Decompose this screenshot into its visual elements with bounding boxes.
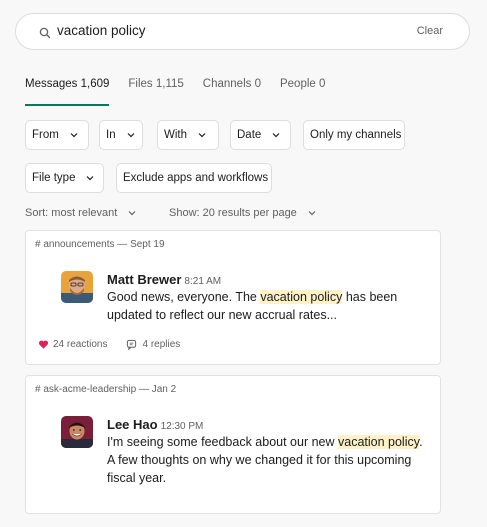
date-filter-label: Date: [237, 129, 262, 141]
page-size-label: Show: 20 results per page: [169, 207, 297, 219]
chevron-down-icon: [85, 173, 95, 183]
chevron-down-icon: [126, 130, 136, 140]
heart-icon: [38, 339, 49, 350]
tab-people[interactable]: People 0: [280, 78, 325, 106]
reaction-row: 24 reactions 4 replies: [38, 339, 180, 351]
in-filter-label: In: [106, 129, 116, 141]
message-text-before: Good news, everyone. The: [107, 290, 261, 304]
sort-label: Sort: most relevant: [25, 207, 118, 219]
avatar[interactable]: [61, 271, 93, 303]
channel-link[interactable]: # ask-acme-leadership: [35, 384, 136, 395]
file-type-filter-label: File type: [32, 172, 76, 184]
replies-icon: [126, 339, 137, 351]
chevron-down-icon: [307, 208, 317, 218]
file-type-filter-button[interactable]: File type: [25, 163, 104, 193]
only-my-channels-label: Only my channels: [310, 129, 402, 141]
search-tabs: Messages 1,609 Files 1,115 Channels 0 Pe…: [25, 78, 344, 106]
chevron-down-icon: [271, 130, 281, 140]
exclude-apps-label: Exclude apps and workflows: [123, 172, 269, 184]
search-highlight: vacation policy: [338, 435, 420, 449]
author-name[interactable]: Lee Hao: [107, 417, 158, 432]
only-my-channels-button[interactable]: Only my channels: [303, 120, 405, 150]
chevron-down-icon: [127, 208, 137, 218]
reactions-count[interactable]: 24 reactions: [53, 339, 107, 350]
replies-count[interactable]: 4 replies: [142, 339, 180, 350]
author-name[interactable]: Matt Brewer: [107, 272, 181, 287]
avatar[interactable]: [61, 416, 93, 448]
message-text: I'm seeing some feedback about our new v…: [107, 433, 427, 487]
message-timestamp: 8:21 AM: [184, 276, 222, 287]
clear-button[interactable]: Clear: [417, 25, 443, 37]
search-highlight: vacation policy: [260, 290, 343, 304]
search-input[interactable]: vacation policy: [57, 23, 146, 38]
result-date: — Sept 19: [117, 239, 165, 250]
search-icon: [39, 26, 51, 39]
result-date: — Jan 2: [138, 384, 177, 395]
exclude-apps-button[interactable]: Exclude apps and workflows: [116, 163, 272, 193]
tab-messages[interactable]: Messages 1,609: [25, 78, 110, 106]
with-filter-label: With: [164, 129, 187, 141]
result-channel-line: # ask-acme-leadership — Jan 2: [35, 384, 176, 395]
with-filter-button[interactable]: With: [157, 120, 219, 150]
search-result-card[interactable]: # announcements — Sept 19 Matt Brewer 8:2…: [25, 230, 441, 365]
from-filter-button[interactable]: From: [25, 120, 89, 150]
search-result-card[interactable]: # ask-acme-leadership — Jan 2 Lee Hao 12:…: [25, 375, 441, 514]
result-channel-line: # announcements — Sept 19: [35, 239, 165, 250]
message-author[interactable]: Matt Brewer 8:21 AM: [107, 272, 221, 287]
message-text-before: I'm seeing some feedback about our new: [107, 435, 338, 449]
message-author[interactable]: Lee Hao 12:30 PM: [107, 417, 203, 432]
date-filter-button[interactable]: Date: [230, 120, 291, 150]
sort-dropdown[interactable]: Sort: most relevant: [25, 207, 137, 219]
tab-channels[interactable]: Channels 0: [203, 78, 261, 106]
search-bar[interactable]: vacation policy Clear: [15, 13, 470, 50]
chevron-down-icon: [69, 130, 79, 140]
message-text: Good news, everyone. The vacation policy…: [107, 288, 427, 324]
message-timestamp: 12:30 PM: [160, 421, 204, 432]
from-filter-label: From: [32, 129, 59, 141]
channel-link[interactable]: # announcements: [35, 239, 115, 250]
in-filter-button[interactable]: In: [99, 120, 143, 150]
chevron-down-icon: [197, 130, 207, 140]
tab-files[interactable]: Files 1,115: [128, 78, 183, 106]
page-size-dropdown[interactable]: Show: 20 results per page: [169, 207, 317, 219]
